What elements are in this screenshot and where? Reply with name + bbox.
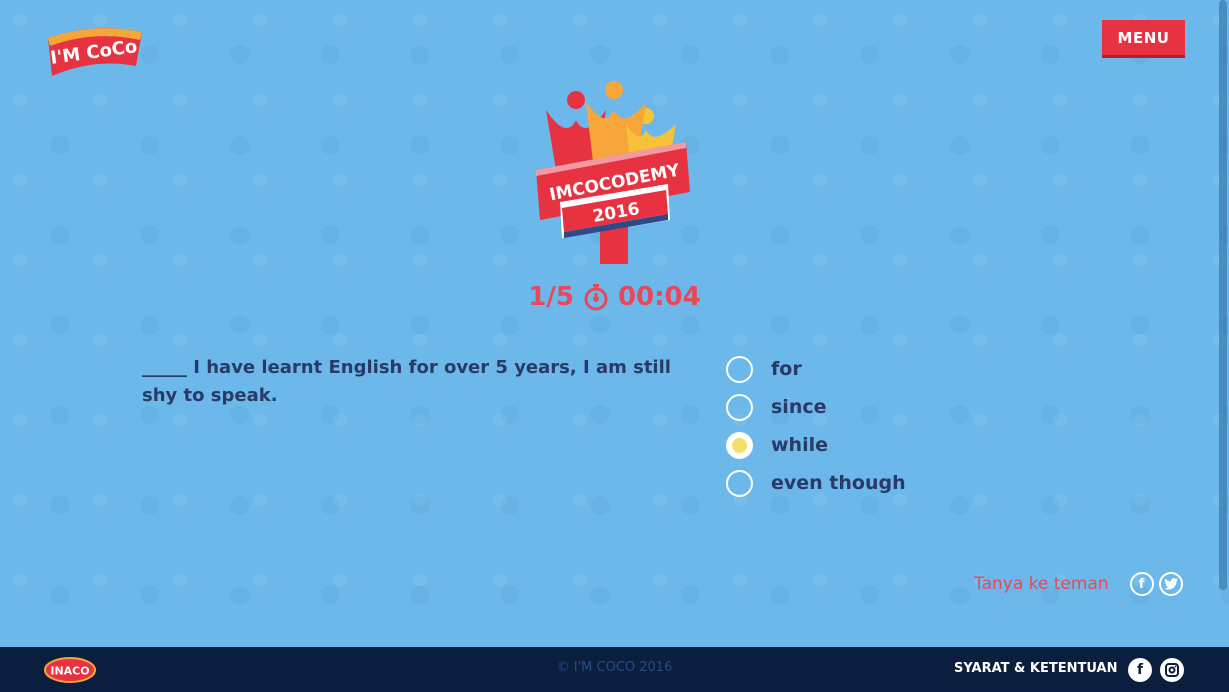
facebook-share-icon[interactable]: f xyxy=(1129,572,1154,596)
footer: INACO © I'M COCO 2016 SYARAT & KETENTUAN… xyxy=(0,647,1229,692)
share-label: Tanya ke teman xyxy=(974,574,1109,594)
twitter-share-icon[interactable] xyxy=(1158,572,1183,596)
imcocodemy-badge: IMCOCODEMY 2016 xyxy=(536,81,690,264)
instagram-icon[interactable] xyxy=(1160,658,1184,682)
terms-link[interactable]: SYARAT & KETENTUAN xyxy=(954,661,1117,676)
radio-button[interactable] xyxy=(726,469,753,497)
quiz-timer: 00:04 xyxy=(617,282,701,312)
scrollbar[interactable] xyxy=(1219,0,1227,590)
quiz-progress: 1/5 00:04 xyxy=(0,282,1229,312)
facebook-icon[interactable]: f xyxy=(1128,658,1152,682)
imcoco-logo[interactable]: I'M CoCo xyxy=(44,20,146,80)
option-label: while xyxy=(771,434,828,456)
answer-options: for since while even though xyxy=(726,350,906,502)
option-while[interactable]: while xyxy=(726,426,906,464)
option-even-though[interactable]: even though xyxy=(726,464,906,502)
option-for[interactable]: for xyxy=(726,350,906,388)
question-counter: 1/5 xyxy=(528,282,574,312)
option-label: since xyxy=(771,396,827,418)
question-text: _____ I have learnt English for over 5 y… xyxy=(142,357,671,406)
share-section: Tanya ke teman f xyxy=(974,572,1183,596)
radio-button[interactable] xyxy=(726,393,753,421)
option-label: even though xyxy=(771,472,906,494)
stopwatch-icon xyxy=(584,284,608,311)
radio-button-selected[interactable] xyxy=(726,431,753,459)
option-label: for xyxy=(771,358,802,380)
radio-button[interactable] xyxy=(726,355,753,383)
option-since[interactable]: since xyxy=(726,388,906,426)
menu-button[interactable]: MENU xyxy=(1102,20,1185,58)
